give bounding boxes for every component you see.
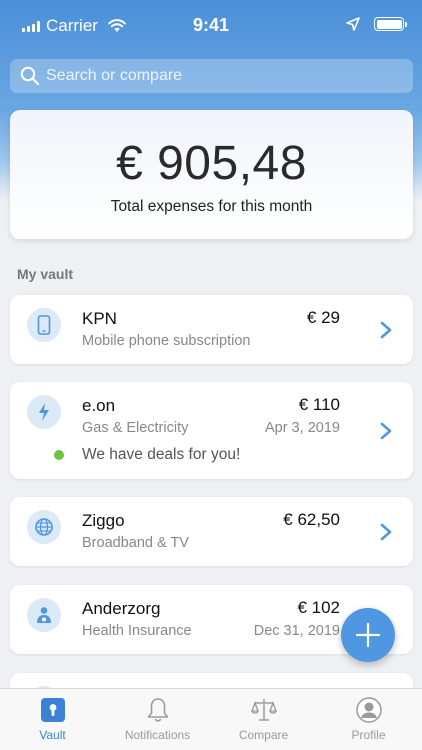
status-right xyxy=(346,17,407,31)
battery-icon xyxy=(374,17,407,31)
item-icon-background xyxy=(27,395,61,429)
vault-item-eon[interactable]: e.on Gas & Electricity € 110 Apr 3, 2019… xyxy=(10,382,413,479)
item-description: Broadband & TV xyxy=(82,535,189,551)
item-name: e.on xyxy=(82,396,116,415)
chevron-right-icon[interactable] xyxy=(379,321,393,339)
vault-lock-icon xyxy=(40,698,65,722)
item-date: Dec 31, 2019 xyxy=(253,623,340,639)
profile-icon xyxy=(355,697,382,723)
item-icon-background xyxy=(27,308,61,342)
item-name: KPN xyxy=(82,309,117,328)
vault-item-kpn[interactable]: KPN Mobile phone subscription € 29 xyxy=(10,295,413,364)
status-bar: Carrier 9:41 xyxy=(0,0,422,50)
vault-item-ziggo[interactable]: Ziggo Broadband & TV € 62,50 xyxy=(10,497,413,566)
deal-indicator-dot xyxy=(54,450,64,460)
item-icon-background xyxy=(27,510,61,544)
total-amount: € 905,48 xyxy=(116,137,307,190)
tab-vault[interactable]: Vault xyxy=(0,689,105,750)
section-title-my-vault: My vault xyxy=(17,266,74,282)
mobile-phone-icon xyxy=(37,315,51,335)
item-amount: € 102 xyxy=(297,598,340,617)
item-description: Mobile phone subscription xyxy=(82,333,251,349)
item-icon-background xyxy=(27,598,61,632)
total-caption: Total expenses for this month xyxy=(110,198,313,215)
bell-icon xyxy=(147,698,168,722)
lightning-icon xyxy=(39,403,49,421)
item-amount: € 110 xyxy=(298,395,340,414)
chevron-right-icon[interactable] xyxy=(379,523,393,541)
scales-icon xyxy=(250,699,277,721)
tab-label: Compare xyxy=(238,728,289,742)
search-input[interactable] xyxy=(46,67,386,85)
item-name: Anderzorg xyxy=(82,599,161,618)
item-description: Gas & Electricity xyxy=(82,420,189,436)
tab-label: Vault xyxy=(39,728,66,742)
item-description: Health Insurance xyxy=(82,623,192,639)
total-expenses-card: € 905,48 Total expenses for this month xyxy=(10,110,413,239)
item-name: Ziggo xyxy=(82,511,125,530)
plus-icon xyxy=(355,622,381,648)
tab-profile[interactable]: Profile xyxy=(316,689,421,750)
chevron-right-icon[interactable] xyxy=(379,422,393,440)
deal-message[interactable]: We have deals for you! xyxy=(82,446,240,464)
tab-label: Profile xyxy=(351,728,386,742)
search-bar[interactable] xyxy=(10,59,413,93)
tab-label: Notifications xyxy=(124,728,191,742)
item-amount: € 62,50 xyxy=(283,510,340,529)
item-amount: € 29 xyxy=(306,308,340,327)
search-icon xyxy=(20,66,40,86)
tab-compare[interactable]: Compare xyxy=(211,689,316,750)
add-button[interactable] xyxy=(341,608,395,662)
doctor-icon xyxy=(37,607,51,623)
location-arrow-icon xyxy=(346,17,360,31)
item-date: Apr 3, 2019 xyxy=(265,420,340,436)
globe-icon xyxy=(35,518,53,536)
tab-bar: Vault Notifications Compare Profile xyxy=(0,688,422,750)
tab-notifications[interactable]: Notifications xyxy=(105,689,210,750)
